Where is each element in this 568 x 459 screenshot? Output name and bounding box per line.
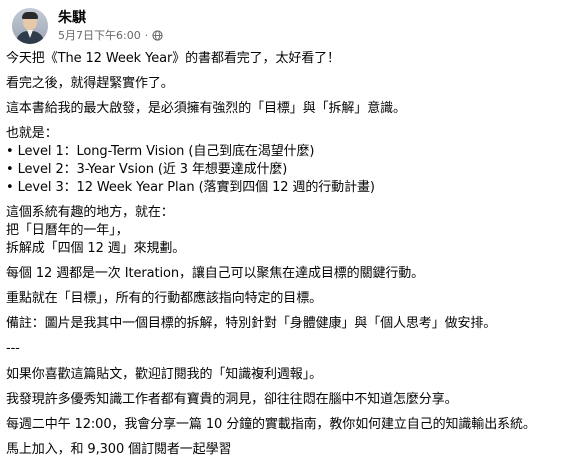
post-line-level-3: • Level 3：12 Week Year Plan (落實到四個 12 週的… bbox=[6, 180, 375, 195]
post-line-level-2: • Level 2：3-Year Vsion (近 3 年想要達成什麼) bbox=[6, 162, 288, 177]
post-line-level-1: • Level 1：Long-Term Vision (自己到底在渴望什麼) bbox=[6, 144, 315, 159]
post-line-divider: --- bbox=[6, 341, 20, 356]
post-header: 朱騏 5月7日下午6:00 · bbox=[12, 8, 163, 44]
post-line-system: 這個系統有趣的地方，就在： bbox=[6, 205, 174, 220]
post-line-join: 馬上加入，和 9,300 個訂閱者一起學習 bbox=[6, 442, 232, 457]
author-name[interactable]: 朱騏 bbox=[58, 9, 163, 27]
post-line-iteration: 每個 12 週都是一次 Iteration，讓自己可以聚焦在達成目標的關鍵行動。 bbox=[6, 266, 425, 281]
author-avatar[interactable] bbox=[12, 8, 48, 44]
post-line-intro: 今天把《The 12 Week Year》的書都看完了，太好看了！ bbox=[6, 51, 340, 66]
post-line-subscribe: 如果你喜歡這篇貼文，歡迎訂閱我的「知識複利週報」。 bbox=[6, 367, 323, 382]
avatar-hair bbox=[22, 12, 38, 19]
globe-icon[interactable] bbox=[152, 30, 163, 41]
post-meta: 5月7日下午6:00 · bbox=[58, 28, 163, 43]
post-line-focus-goal: 重點就在「目標」，所有的行動都應該指向特定的目標。 bbox=[6, 291, 323, 306]
post-header-text: 朱騏 5月7日下午6:00 · bbox=[58, 9, 163, 43]
post-timestamp[interactable]: 5月7日下午6:00 bbox=[58, 28, 141, 43]
post-line-schedule: 每週二中午 12:00，我會分享一篇 10 分鐘的實載指南，教你如何建立自己的知… bbox=[6, 417, 536, 432]
post-line-knowledge-workers: 我發現許多優秀知識工作者都有寶貴的洞見，卻往往悶在腦中不知道怎麼分享。 bbox=[6, 392, 458, 407]
post-line-four-12-weeks: 拆解成「四個 12 週」來規劃。 bbox=[6, 241, 186, 256]
post-line-calendar-year: 把「日曆年的一年」， bbox=[6, 223, 129, 238]
meta-separator: · bbox=[144, 29, 149, 42]
post-content: 今天把《The 12 Week Year》的書都看完了，太好看了！ 看完之後，就… bbox=[6, 50, 564, 459]
post-line-after-reading: 看完之後，就得趕緊實作了。 bbox=[6, 76, 174, 91]
post-line-that-is: 也就是： bbox=[6, 126, 58, 141]
post-line-inspiration: 這本書給我的最大啟發，是必須擁有強烈的「目標」與「拆解」意識。 bbox=[6, 101, 406, 116]
post-line-note: 備註：圖片是我其中一個目標的拆解，特別針對「身體健康」與「個人思考」做安排。 bbox=[6, 316, 497, 331]
